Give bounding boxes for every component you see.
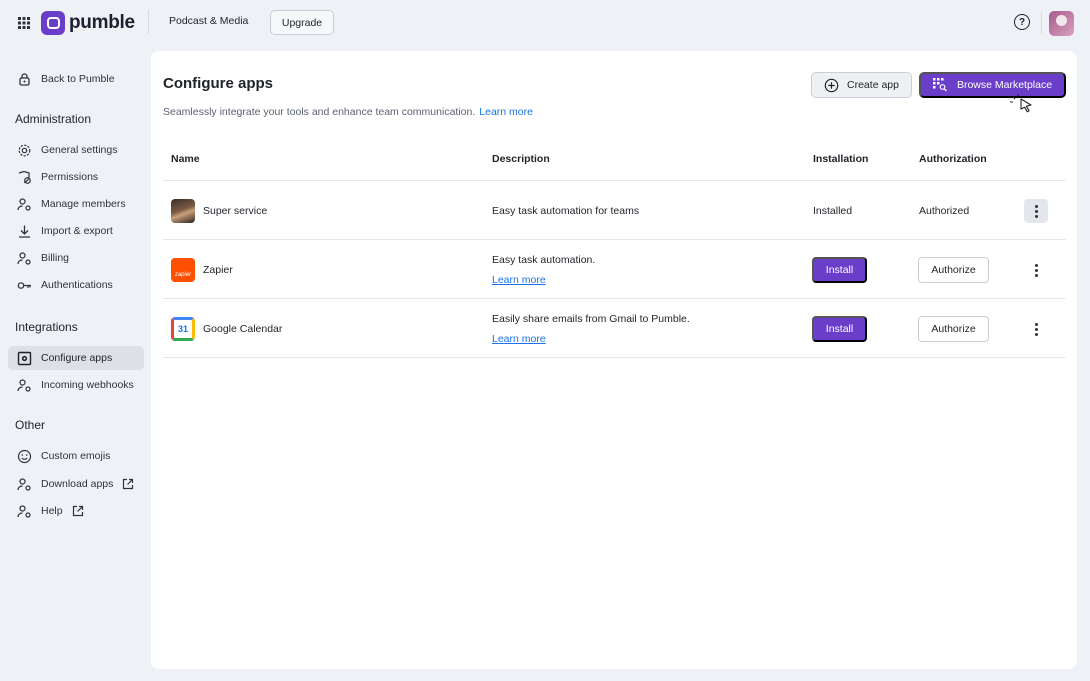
external-link-icon: [123, 478, 134, 490]
sidebar-item-billing[interactable]: Billing: [8, 246, 144, 270]
sidebar-item-label: Billing: [41, 252, 70, 264]
download-icon: [19, 225, 30, 238]
divider: [1041, 12, 1042, 34]
sidebar-item-permissions[interactable]: Permissions: [8, 165, 144, 189]
sidebar-item-manage-members[interactable]: Manage members: [8, 192, 144, 216]
browse-marketplace-button[interactable]: Browse Marketplace: [919, 72, 1066, 98]
app-name: Google Calendar: [203, 323, 283, 335]
learn-more-link[interactable]: Learn more: [492, 333, 546, 345]
sidebar-item-configure-apps[interactable]: Configure apps: [8, 346, 144, 370]
main-panel: Configure apps Seamlessly integrate your…: [151, 51, 1077, 669]
permissions-icon: [18, 170, 31, 184]
sidebar-item-authentications[interactable]: Authentications: [8, 273, 144, 297]
create-app-button[interactable]: Create app: [811, 72, 912, 98]
sidebar-item-label: Custom emojis: [41, 450, 111, 462]
google-calendar-icon: 31: [171, 317, 195, 341]
super-service-icon: [171, 199, 195, 223]
app-name: Super service: [203, 205, 268, 217]
app-description: Easy task automation for teams: [492, 205, 640, 217]
billing-icon: [17, 251, 31, 265]
install-button[interactable]: Install: [812, 316, 867, 342]
section-heading-other: Other: [15, 418, 46, 432]
authorization-status: Authorized: [919, 205, 970, 217]
download-apps-icon: [17, 477, 31, 491]
upgrade-button[interactable]: Upgrade: [270, 10, 334, 35]
sidebar-item-help[interactable]: Help: [8, 499, 144, 523]
sidebar-item-import-export[interactable]: Import & export: [8, 219, 144, 243]
logo-text: pumble: [69, 12, 135, 33]
page-subtitle: Seamlessly integrate your tools and enha…: [163, 106, 533, 118]
app-name: Zapier: [203, 264, 233, 276]
sidebar-item-label: Help: [41, 505, 63, 517]
key-icon: [17, 281, 31, 289]
app-description: Easily share emails from Gmail to Pumble…: [492, 313, 690, 325]
section-heading-administration: Administration: [15, 112, 92, 126]
table-header: Name Description Installation Authorizat…: [163, 151, 1066, 181]
help-icon[interactable]: ?: [1014, 14, 1030, 30]
table-row: zapier Zapier Easy task automation. Lear…: [163, 240, 1066, 299]
sidebar-item-label: General settings: [41, 144, 118, 156]
sidebar-item-label: Incoming webhooks: [41, 379, 134, 391]
sidebar-item-label: Import & export: [41, 225, 113, 237]
plus-circle-icon: [824, 78, 839, 92]
external-link-icon: [72, 505, 83, 517]
avatar[interactable]: [1049, 11, 1074, 36]
sidebar-item-label: Manage members: [41, 198, 126, 210]
subtitle-text: Seamlessly integrate your tools and enha…: [163, 106, 476, 118]
more-options-icon[interactable]: [1024, 317, 1048, 341]
column-header-name: Name: [171, 153, 200, 165]
learn-more-link[interactable]: Learn more: [479, 106, 533, 118]
lock-back-icon: [19, 72, 30, 86]
app-grid-icon[interactable]: [17, 16, 31, 30]
authorize-button[interactable]: Authorize: [918, 257, 989, 283]
authorize-button[interactable]: Authorize: [918, 316, 989, 342]
smile-icon: [17, 449, 32, 463]
gear-icon: [18, 144, 31, 156]
sidebar-item-custom-emojis[interactable]: Custom emojis: [8, 444, 144, 468]
more-options-icon[interactable]: [1024, 199, 1048, 223]
pumble-logo-icon: [41, 11, 65, 35]
mouse-cursor-icon: [1010, 94, 1032, 113]
zapier-icon-text: zapier: [174, 272, 192, 278]
column-header-installation: Installation: [813, 153, 869, 165]
page-title: Configure apps: [163, 75, 274, 92]
sidebar-item-back[interactable]: Back to Pumble: [8, 67, 144, 91]
table-row: 31 Google Calendar Easily share emails f…: [163, 299, 1066, 358]
learn-more-link[interactable]: Learn more: [492, 274, 546, 286]
sidebar-item-general-settings[interactable]: General settings: [8, 138, 144, 162]
marketplace-icon: [932, 78, 947, 92]
column-header-authorization: Authorization: [919, 153, 987, 165]
workspace-name[interactable]: Podcast & Media: [169, 15, 248, 27]
sidebar-item-label: Configure apps: [41, 352, 113, 364]
sidebar-item-label: Download apps: [41, 478, 114, 490]
browse-marketplace-label: Browse Marketplace: [956, 79, 1053, 91]
sidebar-item-label: Permissions: [41, 171, 99, 183]
calendar-icon-text: 31: [177, 324, 188, 334]
section-heading-integrations: Integrations: [15, 320, 78, 334]
members-icon: [17, 197, 31, 211]
more-options-icon[interactable]: [1024, 258, 1048, 282]
sidebar-item-incoming-webhooks[interactable]: Incoming webhooks: [8, 373, 144, 397]
install-button[interactable]: Install: [812, 257, 867, 283]
divider: [148, 10, 149, 34]
webhook-icon: [17, 378, 31, 392]
column-header-description: Description: [492, 153, 550, 165]
pumble-logo[interactable]: pumble: [41, 11, 135, 35]
app-description: Easy task automation.: [492, 254, 596, 266]
sidebar-item-label: Authentications: [41, 279, 113, 291]
zapier-icon: zapier: [171, 258, 195, 282]
sidebar: Back to Pumble Administration General se…: [0, 46, 150, 681]
top-bar: pumble Podcast & Media Upgrade ?: [0, 0, 1090, 46]
sidebar-item-label: Back to Pumble: [41, 73, 115, 85]
table-row: Super service Easy task automation for t…: [163, 181, 1066, 240]
installation-status: Installed: [813, 205, 853, 217]
apps-icon: [17, 351, 32, 365]
sidebar-item-download-apps[interactable]: Download apps: [8, 472, 144, 496]
help-person-icon: [17, 504, 31, 518]
create-app-label: Create app: [847, 79, 899, 91]
